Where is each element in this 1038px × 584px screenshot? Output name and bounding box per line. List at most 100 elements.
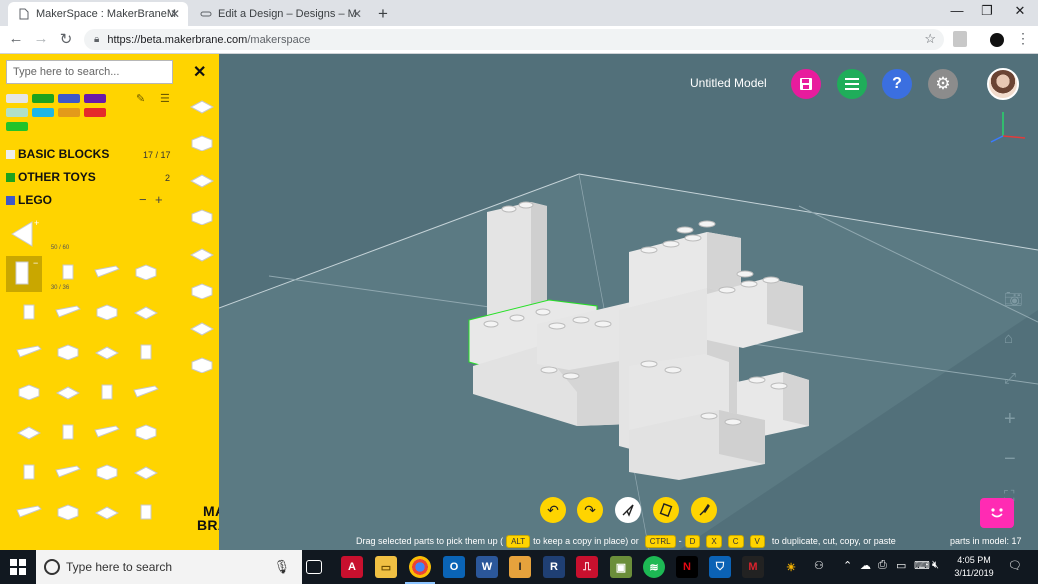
- selected-part-tile[interactable]: − 30 / 36: [6, 256, 69, 292]
- color-swatch[interactable]: [6, 122, 28, 131]
- back-icon[interactable]: ←: [6, 30, 26, 47]
- minecraft-app-icon[interactable]: ▣: [610, 556, 632, 578]
- address-bar[interactable]: 🔒︎ https://beta.makerbrane.com/makerspac…: [84, 29, 944, 50]
- user-avatar[interactable]: [987, 68, 1019, 100]
- chrome-app-icon[interactable]: [405, 556, 435, 584]
- part-thumbnail[interactable]: [189, 135, 215, 151]
- fullscreen-icon[interactable]: ⤢: [1004, 370, 1016, 387]
- part-thumbnail[interactable]: [189, 283, 215, 299]
- weather-app-icon[interactable]: ☀: [780, 556, 802, 578]
- minimize-icon[interactable]: —: [942, 3, 972, 18]
- taskbar-search-box[interactable]: Type here to search 🎙︎: [36, 550, 302, 584]
- parts-search-input[interactable]: [6, 60, 173, 84]
- bookmark-star-icon[interactable]: ☆: [924, 31, 936, 47]
- acrobat-app-icon[interactable]: ⎍: [576, 556, 598, 578]
- part-thumbnail[interactable]: [189, 320, 215, 336]
- inventor-app-icon[interactable]: I: [509, 556, 531, 578]
- display-icon[interactable]: ▭: [896, 559, 906, 572]
- zoom-in-icon[interactable]: +: [1004, 408, 1016, 431]
- settings-button[interactable]: ⚙: [928, 69, 958, 99]
- browser-menu-icon[interactable]: ⋮: [1016, 30, 1030, 47]
- tab-close-icon[interactable]: ✕: [352, 7, 362, 21]
- part-thumbnail[interactable]: [16, 304, 42, 320]
- system-clock[interactable]: 4:05 PM 3/11/2019: [948, 554, 1000, 580]
- tab-makerspace[interactable]: MakerSpace : MakerBraneMakerS ✕: [8, 2, 188, 26]
- store-app-icon[interactable]: ⛉: [709, 556, 731, 578]
- spotify-app-icon[interactable]: ≋: [643, 556, 665, 578]
- build-scene[interactable]: [219, 54, 1038, 550]
- color-swatch[interactable]: [32, 94, 54, 103]
- brush-tool-button[interactable]: [691, 497, 717, 523]
- part-thumbnail[interactable]: [189, 209, 215, 225]
- paint-tool-button[interactable]: [653, 497, 679, 523]
- new-tab-button[interactable]: +: [378, 4, 388, 24]
- part-thumbnail[interactable]: [55, 504, 81, 520]
- redo-button[interactable]: ↷: [577, 497, 603, 523]
- part-thumbnail[interactable]: [133, 464, 159, 480]
- part-thumbnail[interactable]: [133, 424, 159, 440]
- part-thumbnail[interactable]: [16, 384, 42, 400]
- undo-button[interactable]: ↶: [540, 497, 566, 523]
- home-icon[interactable]: ⌂: [1004, 330, 1013, 347]
- volume-muted-icon[interactable]: 🔇︎: [932, 559, 939, 572]
- part-thumbnail[interactable]: [133, 384, 159, 400]
- part-thumbnail[interactable]: [55, 264, 81, 280]
- model-title[interactable]: Untitled Model: [690, 76, 767, 90]
- forward-icon[interactable]: →: [31, 30, 51, 47]
- mcafee-app-icon[interactable]: M: [742, 556, 764, 578]
- color-swatch[interactable]: [58, 108, 80, 117]
- help-button[interactable]: ?: [882, 69, 912, 99]
- menu-button[interactable]: [837, 69, 867, 99]
- zoom-out-icon[interactable]: −: [1004, 448, 1016, 471]
- part-thumbnail[interactable]: [55, 344, 81, 360]
- part-thumbnail[interactable]: [55, 464, 81, 480]
- word-app-icon[interactable]: W: [476, 556, 498, 578]
- category-other-toys[interactable]: OTHER TOYS: [6, 169, 96, 185]
- file-explorer-icon[interactable]: ▭: [375, 556, 397, 578]
- pencil-icon[interactable]: ✎: [136, 92, 145, 105]
- part-thumbnail[interactable]: [16, 424, 42, 440]
- color-swatch[interactable]: [6, 108, 28, 117]
- color-swatch[interactable]: [84, 108, 106, 117]
- part-thumbnail[interactable]: [55, 424, 81, 440]
- camera-icon[interactable]: 📷︎: [1004, 290, 1023, 308]
- category-lego[interactable]: LEGO: [6, 192, 52, 208]
- assistant-button[interactable]: [980, 498, 1014, 528]
- part-thumbnail[interactable]: [189, 357, 215, 373]
- part-thumbnail[interactable]: [16, 464, 42, 480]
- part-thumbnail[interactable]: [133, 504, 159, 520]
- part-thumbnail[interactable]: [189, 246, 215, 262]
- outlook-app-icon[interactable]: O: [443, 556, 465, 578]
- part-thumbnail[interactable]: [55, 384, 81, 400]
- profile-icon[interactable]: [990, 33, 1004, 47]
- part-thumbnail[interactable]: [133, 264, 159, 280]
- part-thumbnail[interactable]: [189, 98, 215, 114]
- windows-start-icon[interactable]: [10, 559, 26, 575]
- color-swatch[interactable]: [58, 94, 80, 103]
- autocad-app-icon[interactable]: A: [341, 556, 363, 578]
- list-view-icon[interactable]: ☰: [160, 92, 170, 105]
- part-thumbnail[interactable]: [94, 464, 120, 480]
- part-thumbnail[interactable]: [94, 504, 120, 520]
- tab-edit-design[interactable]: Edit a Design – Designs – Megan ✕: [190, 2, 370, 26]
- category-basic-blocks[interactable]: BASIC BLOCKS: [6, 146, 109, 162]
- part-thumbnail[interactable]: [94, 384, 120, 400]
- people-icon[interactable]: ⚇: [814, 559, 824, 572]
- select-tool-button[interactable]: [615, 497, 641, 523]
- part-thumbnail[interactable]: [94, 264, 120, 280]
- color-swatch[interactable]: [32, 108, 54, 117]
- netflix-app-icon[interactable]: N: [676, 556, 698, 578]
- color-swatch[interactable]: [84, 94, 106, 103]
- part-thumbnail[interactable]: [133, 304, 159, 320]
- notifications-icon[interactable]: 🗨︎: [1008, 559, 1022, 572]
- expand-plus-icon[interactable]: +: [155, 192, 163, 207]
- tray-chevron-icon[interactable]: ⌃: [843, 559, 852, 572]
- part-thumbnail[interactable]: [16, 344, 42, 360]
- pdf-extension-icon[interactable]: [953, 31, 967, 47]
- network-icon[interactable]: ⌨: [914, 559, 930, 572]
- tab-close-icon[interactable]: ✕: [170, 7, 180, 21]
- close-window-icon[interactable]: ✕: [1005, 3, 1035, 19]
- restore-icon[interactable]: ❐: [972, 3, 1002, 19]
- 3d-viewport[interactable]: Untitled Model ? ⚙ 📷︎ ⌂ ⤢ + − ⛶ ↶ ↷ Drag…: [219, 54, 1038, 550]
- task-view-icon[interactable]: [306, 560, 322, 574]
